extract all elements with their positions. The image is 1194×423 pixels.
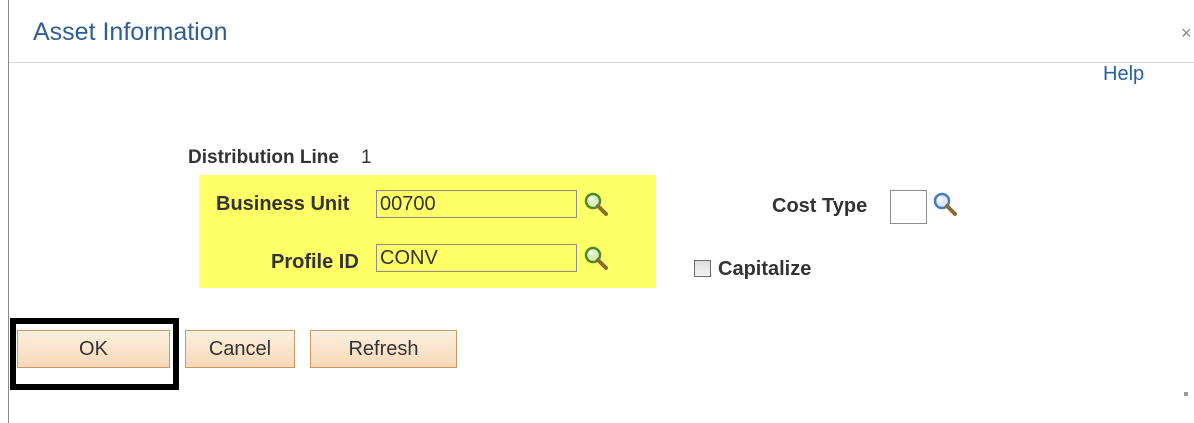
capitalize-checkbox[interactable] [694, 260, 711, 277]
dialog-titlebar: Asset Information × [9, 0, 1194, 63]
business-unit-lookup-icon[interactable] [583, 191, 609, 217]
business-unit-input[interactable] [376, 190, 577, 218]
help-link[interactable]: Help [1103, 63, 1144, 86]
cost-type-label: Cost Type [772, 195, 868, 217]
profile-id-lookup-icon[interactable] [583, 245, 609, 271]
business-unit-label: Business Unit [216, 193, 350, 215]
distribution-line-value: 1 [361, 147, 372, 168]
capitalize-label: Capitalize [718, 258, 812, 280]
profile-id-input[interactable] [376, 244, 577, 272]
scroll-mark [1184, 392, 1188, 396]
cost-type-input[interactable] [890, 190, 927, 224]
dialog-left-border [8, 0, 9, 423]
cancel-button[interactable]: Cancel [185, 330, 295, 368]
close-icon[interactable]: × [1181, 22, 1194, 44]
dialog-title: Asset Information [33, 18, 228, 46]
refresh-button[interactable]: Refresh [310, 330, 457, 368]
cost-type-lookup-icon[interactable] [932, 191, 958, 217]
ok-button[interactable]: OK [17, 330, 170, 368]
distribution-line-label: Distribution Line [188, 147, 339, 168]
profile-id-label: Profile ID [271, 251, 359, 273]
asset-information-dialog: Asset Information × Help Distribution Li… [0, 0, 1194, 423]
